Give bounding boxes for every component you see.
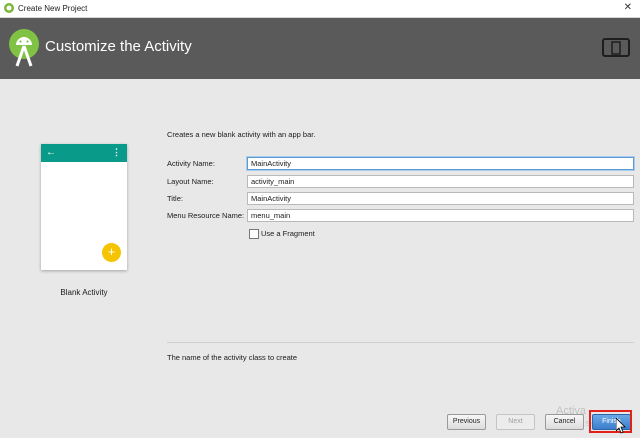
field-hint: The name of the activity class to create xyxy=(167,353,298,362)
android-studio-logo-icon xyxy=(9,29,39,67)
close-icon[interactable]: ✕ xyxy=(624,2,632,13)
menu-resource-name-field[interactable] xyxy=(247,209,634,222)
template-preview: ← ⋮ + xyxy=(41,144,127,270)
layout-name-field[interactable] xyxy=(247,175,634,188)
back-arrow-icon: ← xyxy=(46,147,56,158)
previous-button[interactable]: Previous xyxy=(447,414,486,430)
overflow-menu-icon: ⋮ xyxy=(112,147,121,157)
page-title: Customize the Activity xyxy=(45,38,192,55)
title-bar: Create New Project ✕ xyxy=(0,0,640,18)
window-title: Create New Project xyxy=(18,4,88,13)
title-label: Title: xyxy=(167,194,183,203)
form-description: Creates a new blank activity with an app… xyxy=(167,130,316,139)
use-fragment-label[interactable]: Use a Fragment xyxy=(261,229,315,238)
template-label: Blank Activity xyxy=(60,288,108,297)
device-icon xyxy=(602,38,630,57)
divider xyxy=(167,342,634,343)
android-studio-icon xyxy=(4,3,14,13)
cancel-button[interactable]: Cancel xyxy=(545,414,584,430)
activity-name-label: Activity Name: xyxy=(167,159,215,168)
layout-name-label: Layout Name: xyxy=(167,177,214,186)
app-bar: ← ⋮ xyxy=(41,144,127,162)
wizard-header: Customize the Activity xyxy=(0,18,640,79)
mouse-cursor-icon xyxy=(616,418,626,434)
fab-icon: + xyxy=(102,243,121,262)
activity-name-field[interactable] xyxy=(247,157,634,170)
use-fragment-checkbox[interactable] xyxy=(249,229,259,239)
next-button[interactable]: Next xyxy=(496,414,535,430)
title-field[interactable] xyxy=(247,192,634,205)
menu-resource-name-label: Menu Resource Name: xyxy=(167,211,245,220)
